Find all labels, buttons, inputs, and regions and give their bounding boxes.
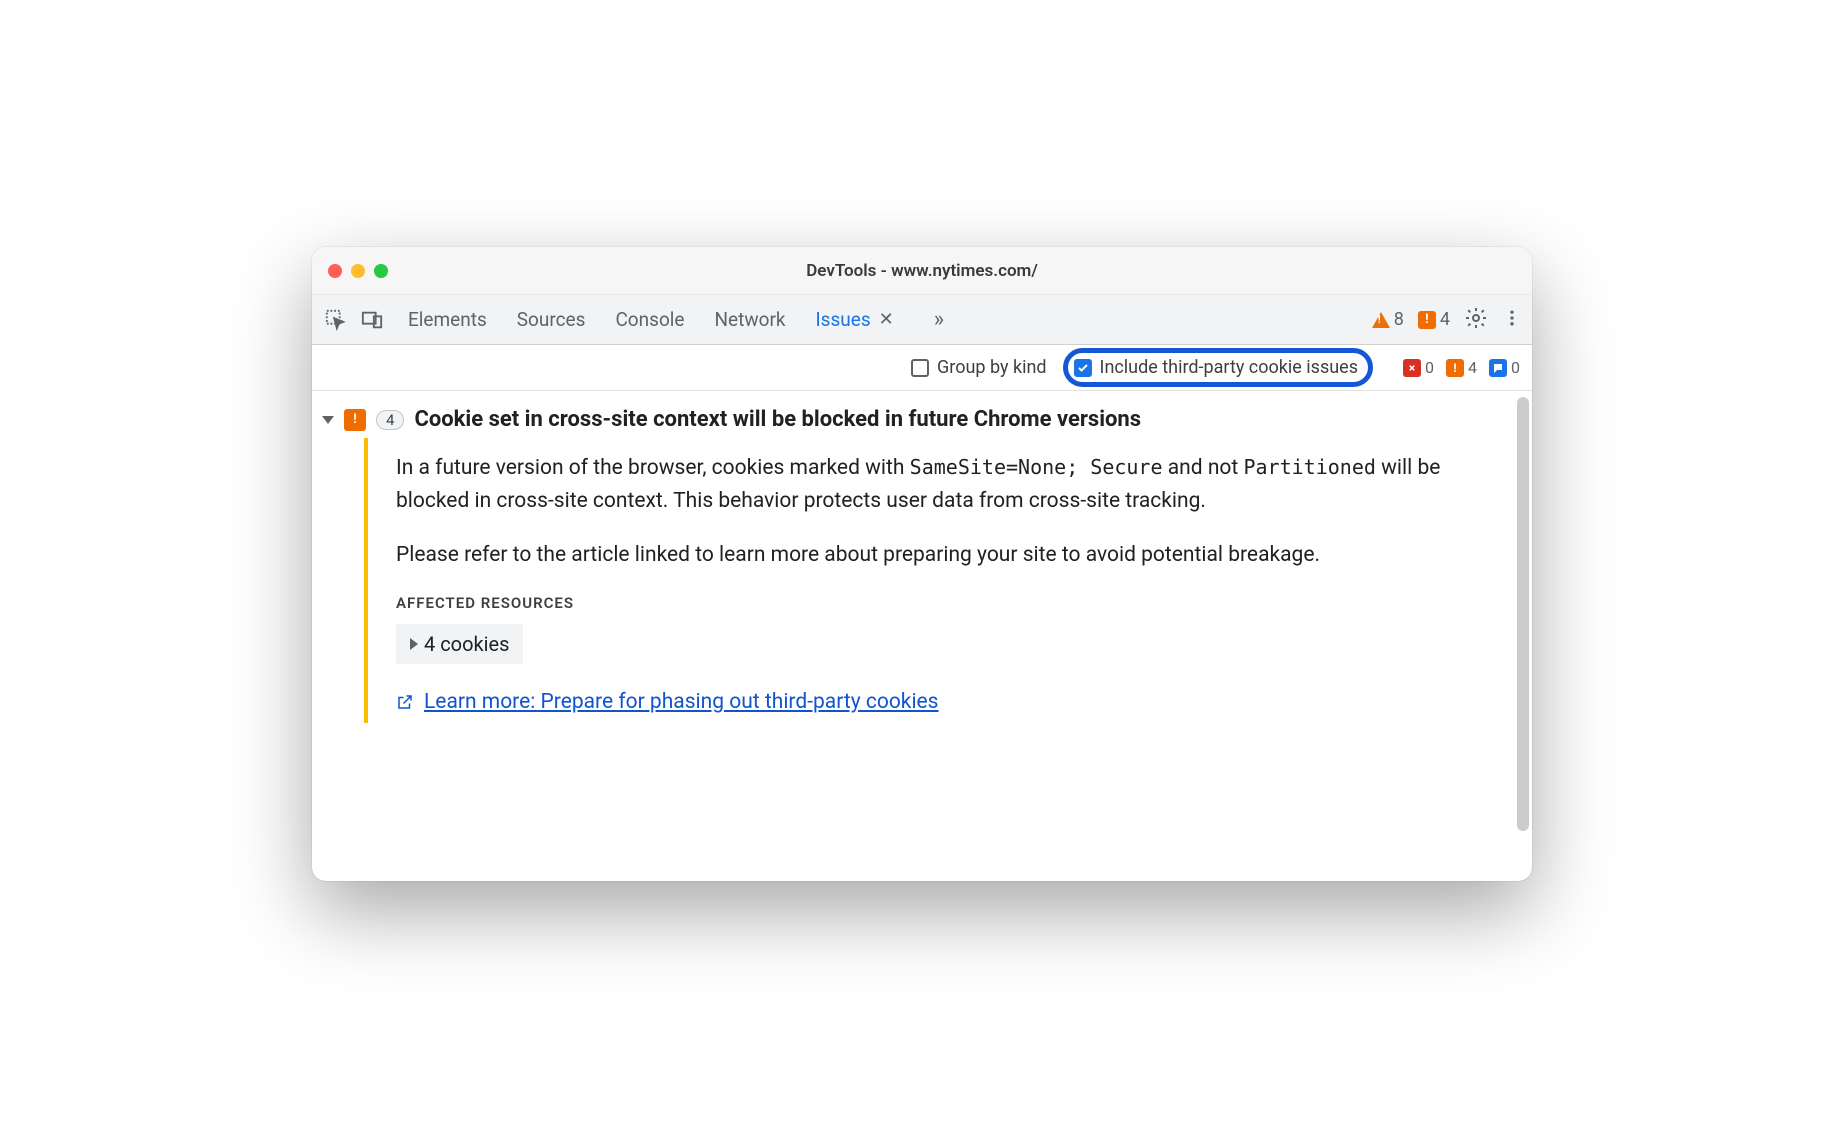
desc1-code2: Partitioned [1243,455,1375,479]
maximize-window-button[interactable] [374,264,388,278]
devtools-window: DevTools - www.nytimes.com/ Elements Sou… [312,247,1532,881]
tab-network[interactable]: Network [714,307,785,332]
collapsed-caret-icon [410,638,418,650]
external-link-icon [396,693,414,711]
learn-more-text: Learn more: Prepare for phasing out thir… [424,690,939,714]
window-title: DevTools - www.nytimes.com/ [312,261,1532,281]
inspect-element-icon[interactable] [322,306,350,334]
learn-more-link[interactable]: Learn more: Prepare for phasing out thir… [396,690,939,714]
panel-tabs: Elements Sources Console Network Issues … [408,307,944,332]
more-options-icon[interactable] [1502,308,1522,332]
titlebar: DevTools - www.nytimes.com/ [312,247,1532,295]
close-tab-icon[interactable]: ✕ [879,309,894,330]
issue-count-pill: 4 [376,410,404,430]
warnings-count: 8 [1394,309,1404,330]
group-by-kind-label: Group by kind [937,357,1047,378]
breaking-square-icon: ! [1446,359,1464,377]
checkbox-unchecked-icon [911,359,929,377]
errors-count: 0 [1425,358,1434,377]
issue-item: ! 4 Cookie set in cross-site context wil… [312,391,1532,881]
breaking-change-icon: ! [1418,311,1436,329]
issue-header[interactable]: ! 4 Cookie set in cross-site context wil… [322,401,1508,438]
cookies-count-label: 4 cookies [424,632,509,656]
tab-issues-label: Issues [816,308,871,331]
breaking-badge[interactable]: ! 4 [1418,309,1450,330]
checkbox-checked-icon [1074,359,1092,377]
tab-elements[interactable]: Elements [408,307,487,332]
include-3p-highlight: Include third-party cookie issues [1063,348,1373,387]
more-tabs-icon[interactable]: » [934,307,944,332]
page-errors-count[interactable]: × 0 [1403,358,1434,377]
include-3p-label: Include third-party cookie issues [1100,357,1358,378]
main-toolbar: Elements Sources Console Network Issues … [312,295,1532,345]
issues-filter-bar: Group by kind Include third-party cookie… [312,345,1532,391]
issue-body: In a future version of the browser, cook… [364,438,1508,723]
tab-console[interactable]: Console [615,307,684,332]
affected-cookies-toggle[interactable]: 4 cookies [396,624,523,664]
tab-issues[interactable]: Issues ✕ [816,307,894,332]
toolbar-right: 8 ! 4 [1372,306,1522,334]
include-3p-checkbox[interactable]: Include third-party cookie issues [1074,357,1358,378]
group-by-kind-checkbox[interactable]: Group by kind [911,357,1047,378]
info-square-icon [1489,359,1507,377]
info-count: 0 [1511,358,1520,377]
close-window-button[interactable] [328,264,342,278]
settings-icon[interactable] [1464,306,1488,334]
scrollbar[interactable] [1517,397,1529,831]
warnings-badge[interactable]: 8 [1372,309,1404,330]
device-toggle-icon[interactable] [358,306,386,334]
breaking-count: 4 [1440,309,1450,330]
warning-triangle-icon [1372,312,1390,328]
affected-resources-label: AFFECTED RESOURCES [396,594,1488,612]
issue-severity-icon: ! [344,409,366,431]
desc1-mid: and not [1163,456,1244,480]
desc1-pre: In a future version of the browser, cook… [396,456,910,480]
expand-caret-icon [322,416,334,424]
issue-description-1: In a future version of the browser, cook… [396,452,1488,517]
improvements-count[interactable]: 0 [1489,358,1520,377]
traffic-lights [328,264,388,278]
issue-title: Cookie set in cross-site context will be… [414,407,1141,432]
breaking-changes-count[interactable]: ! 4 [1446,358,1477,377]
tab-sources[interactable]: Sources [517,307,586,332]
minimize-window-button[interactable] [351,264,365,278]
warnings-count-mini: 4 [1468,358,1477,377]
issue-description-2: Please refer to the article linked to le… [396,539,1488,572]
issues-content: ! 4 Cookie set in cross-site context wil… [312,391,1532,881]
desc1-code1: SameSite=None; Secure [910,455,1163,479]
error-square-icon: × [1403,359,1421,377]
issue-kind-counts: × 0 ! 4 0 [1403,358,1520,377]
